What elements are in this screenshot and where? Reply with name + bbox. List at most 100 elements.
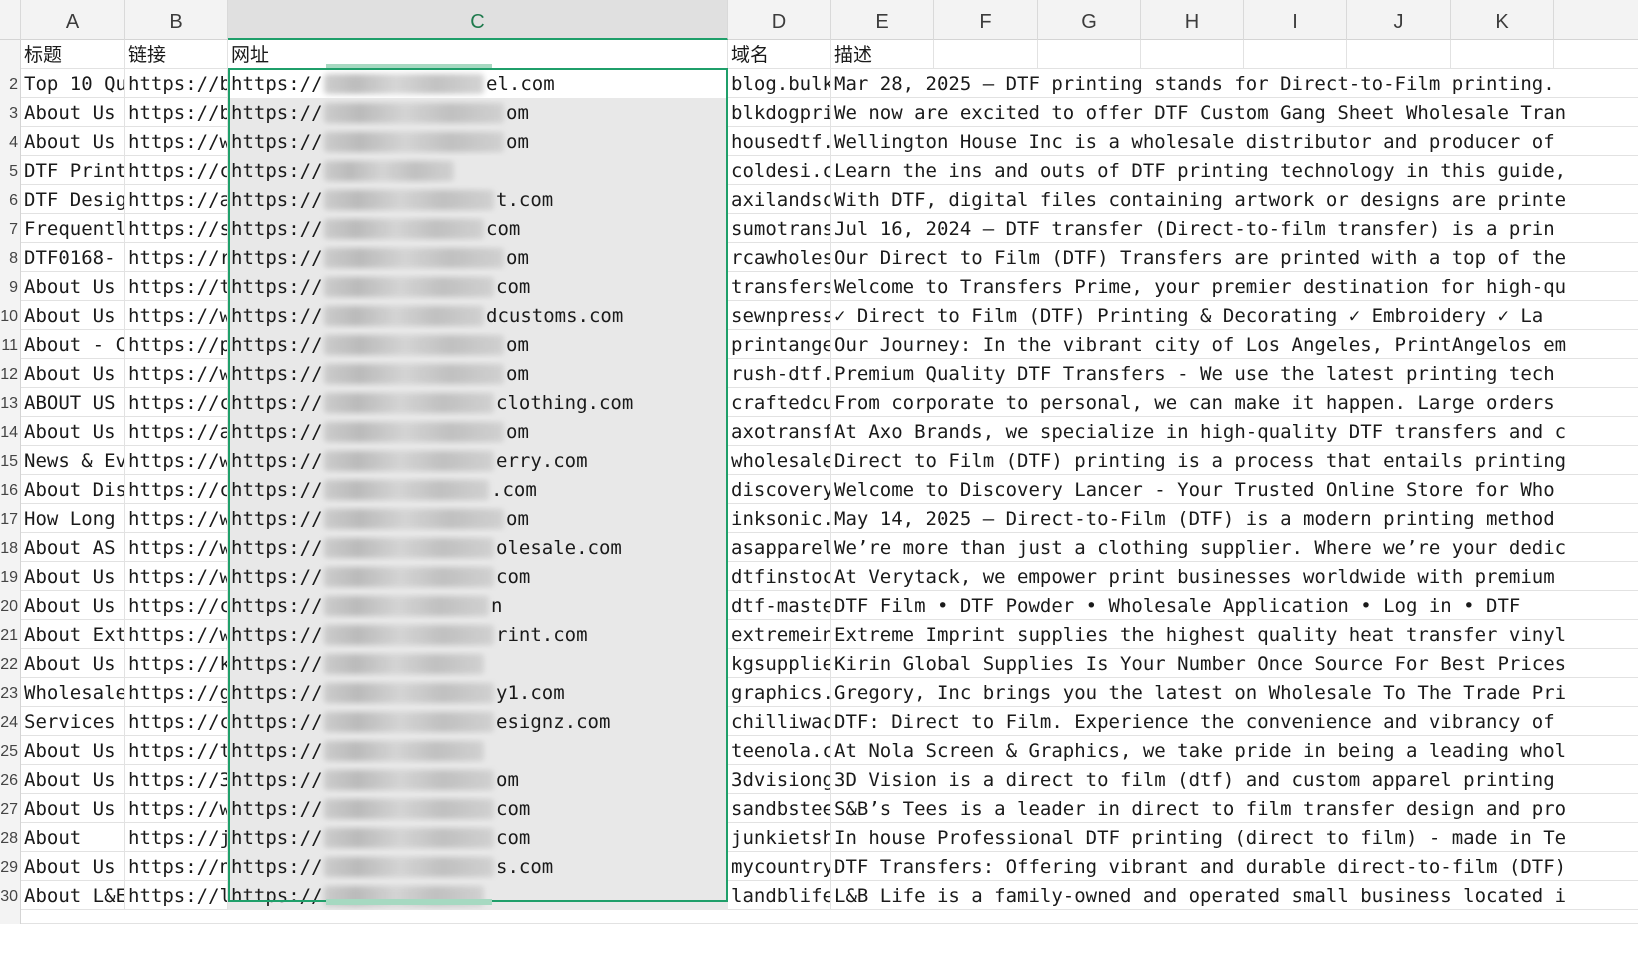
url-cell[interactable]: https:// om: [228, 98, 728, 127]
description-cell[interactable]: From corporate to personal, we can make …: [831, 388, 1638, 417]
link-cell[interactable]: https://w: [125, 446, 228, 475]
url-cell[interactable]: https:// el.com: [228, 69, 728, 98]
row-number[interactable]: 30: [0, 881, 21, 910]
row-number[interactable]: 5: [0, 156, 21, 185]
url-cell[interactable]: https:// com: [228, 794, 728, 823]
row-number[interactable]: [0, 910, 21, 924]
description-cell[interactable]: Our Direct to Film (DTF) Transfers are p…: [831, 243, 1638, 272]
description-cell[interactable]: DTF Film • DTF Powder • Wholesale Applic…: [831, 591, 1638, 620]
url-cell[interactable]: https:// .com: [228, 475, 728, 504]
row-number[interactable]: 17: [0, 504, 21, 533]
title-cell[interactable]: Frequentl: [21, 214, 125, 243]
title-cell[interactable]: DTF0168-: [21, 243, 125, 272]
description-cell[interactable]: Premium Quality DTF Transfers - We use t…: [831, 359, 1638, 388]
domain-cell[interactable]: axilandsc: [728, 185, 831, 214]
link-cell[interactable]: https://w: [125, 359, 228, 388]
url-cell[interactable]: https:// om: [228, 417, 728, 446]
column-header-e[interactable]: E: [831, 0, 934, 40]
title-cell[interactable]: About Us: [21, 417, 125, 446]
row-number[interactable]: 18: [0, 533, 21, 562]
url-cell[interactable]: https:// com: [228, 562, 728, 591]
domain-cell[interactable]: 3dvisiong: [728, 765, 831, 794]
link-cell[interactable]: https://p: [125, 330, 228, 359]
domain-cell[interactable]: rcawholes: [728, 243, 831, 272]
header-cell-title[interactable]: 标题: [21, 40, 125, 69]
url-cell[interactable]: https:// y1.com: [228, 678, 728, 707]
domain-cell[interactable]: rush-dtf.: [728, 359, 831, 388]
empty-cell[interactable]: [1347, 40, 1451, 69]
description-cell[interactable]: S&B’s Tees is a leader in direct to film…: [831, 794, 1638, 823]
row-number[interactable]: 4: [0, 127, 21, 156]
link-cell[interactable]: https://t: [125, 272, 228, 301]
domain-cell[interactable]: dtf-maste: [728, 591, 831, 620]
description-cell[interactable]: Welcome to Transfers Prime, your premier…: [831, 272, 1638, 301]
link-cell[interactable]: https://w: [125, 504, 228, 533]
domain-cell[interactable]: discovery: [728, 475, 831, 504]
link-cell[interactable]: https://c: [125, 707, 228, 736]
column-header-f[interactable]: F: [934, 0, 1038, 40]
title-cell[interactable]: About Dis: [21, 475, 125, 504]
url-cell[interactable]: https:// om: [228, 504, 728, 533]
row-number[interactable]: 13: [0, 388, 21, 417]
description-cell[interactable]: We’re more than just a clothing supplier…: [831, 533, 1638, 562]
description-cell[interactable]: Gregory, Inc brings you the latest on Wh…: [831, 678, 1638, 707]
column-header-k[interactable]: K: [1451, 0, 1554, 40]
header-cell-link[interactable]: 链接: [125, 40, 228, 69]
empty-cell[interactable]: [1141, 40, 1244, 69]
title-cell[interactable]: About Us: [21, 852, 125, 881]
link-cell[interactable]: https://g: [125, 678, 228, 707]
column-header-h[interactable]: H: [1141, 0, 1244, 40]
link-cell[interactable]: https://b: [125, 69, 228, 98]
url-cell[interactable]: https:// esignz.com: [228, 707, 728, 736]
url-cell[interactable]: https:// rint.com: [228, 620, 728, 649]
title-cell[interactable]: About Us: [21, 562, 125, 591]
domain-cell[interactable]: axotransf: [728, 417, 831, 446]
row-number[interactable]: 15: [0, 446, 21, 475]
description-cell[interactable]: Learn the ins and outs of DTF printing t…: [831, 156, 1638, 185]
title-cell[interactable]: About Us: [21, 272, 125, 301]
link-cell[interactable]: https://n: [125, 852, 228, 881]
row-number[interactable]: 6: [0, 185, 21, 214]
description-cell[interactable]: Our Journey: In the vibrant city of Los …: [831, 330, 1638, 359]
description-cell[interactable]: Direct to Film (DTF) printing is a proce…: [831, 446, 1638, 475]
domain-cell[interactable]: landblife: [728, 881, 831, 910]
link-cell[interactable]: https://r: [125, 243, 228, 272]
description-cell[interactable]: Kirin Global Supplies Is Your Number Onc…: [831, 649, 1638, 678]
description-cell[interactable]: DTF: Direct to Film. Experience the conv…: [831, 707, 1638, 736]
row-number[interactable]: 28: [0, 823, 21, 852]
description-cell[interactable]: ✓ Direct to Film (DTF) Printing & Decora…: [831, 301, 1638, 330]
title-cell[interactable]: Wholesale: [21, 678, 125, 707]
title-cell[interactable]: About - C: [21, 330, 125, 359]
title-cell[interactable]: News & Ev: [21, 446, 125, 475]
link-cell[interactable]: https://c: [125, 156, 228, 185]
column-header-a[interactable]: A: [21, 0, 125, 40]
url-cell[interactable]: https:// dcustoms.com: [228, 301, 728, 330]
link-cell[interactable]: https://s: [125, 214, 228, 243]
description-cell[interactable]: Welcome to Discovery Lancer - Your Trust…: [831, 475, 1638, 504]
description-cell[interactable]: 3D Vision is a direct to film (dtf) and …: [831, 765, 1638, 794]
link-cell[interactable]: https://w: [125, 562, 228, 591]
empty-cell[interactable]: [1038, 40, 1141, 69]
column-header-c[interactable]: C: [228, 0, 728, 40]
description-cell[interactable]: DTF Transfers: Offering vibrant and dura…: [831, 852, 1638, 881]
url-cell[interactable]: https:// om: [228, 127, 728, 156]
domain-cell[interactable]: inksonic.: [728, 504, 831, 533]
title-cell[interactable]: About Ext: [21, 620, 125, 649]
title-cell[interactable]: About Us: [21, 359, 125, 388]
row-number[interactable]: 19: [0, 562, 21, 591]
title-cell[interactable]: ABOUT US: [21, 388, 125, 417]
domain-cell[interactable]: wholesale: [728, 446, 831, 475]
url-cell[interactable]: https:// com: [228, 823, 728, 852]
url-cell[interactable]: https:// clothing.com: [228, 388, 728, 417]
select-all-corner[interactable]: [0, 0, 21, 40]
title-cell[interactable]: About Us: [21, 649, 125, 678]
description-cell[interactable]: Mar 28, 2025 — DTF printing stands for D…: [831, 69, 1638, 98]
row-number[interactable]: 9: [0, 272, 21, 301]
description-cell[interactable]: With DTF, digital files containing artwo…: [831, 185, 1638, 214]
title-cell[interactable]: Top 10 Qu: [21, 69, 125, 98]
link-cell[interactable]: https://w: [125, 301, 228, 330]
url-cell[interactable]: https://: [228, 649, 728, 678]
link-cell[interactable]: https://w: [125, 533, 228, 562]
domain-cell[interactable]: sandbstee: [728, 794, 831, 823]
domain-cell[interactable]: coldesi.c: [728, 156, 831, 185]
